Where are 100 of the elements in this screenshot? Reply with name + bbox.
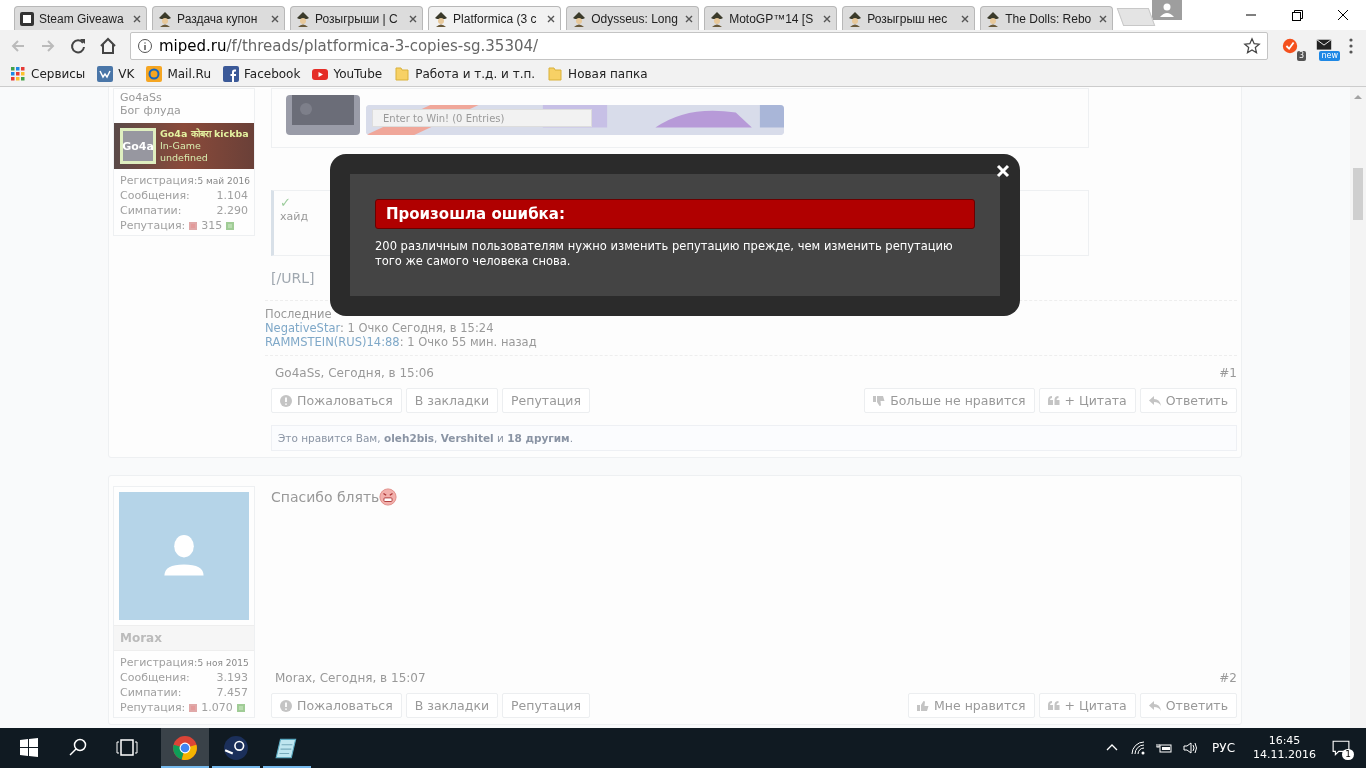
figure-icon xyxy=(709,10,726,27)
reply-arrow-icon xyxy=(1148,394,1161,407)
tab-title: Розыгрыш нес xyxy=(867,11,949,26)
tab-title: Steam Giveawa xyxy=(39,11,125,26)
address-bar[interactable]: miped.ru/f/threads/platformica-3-copies-sg.35304/ xyxy=(130,32,1268,60)
scrollbar-thumb[interactable] xyxy=(1353,168,1363,220)
stat-value: 5 май 2016 xyxy=(197,176,250,186)
stat-label: Репутация: xyxy=(120,701,186,714)
extension-badge: new xyxy=(1319,51,1340,61)
figure-icon xyxy=(157,10,174,27)
post-text: Спасибо блять xyxy=(271,486,1237,506)
at-sign-icon xyxy=(146,66,163,82)
wifi-icon[interactable] xyxy=(1130,740,1147,756)
notification-button[interactable]: 1 xyxy=(1326,736,1356,760)
figure-icon xyxy=(985,10,1002,27)
stat-label: Репутация: xyxy=(120,219,186,232)
browser-tab[interactable]: Раздача купон xyxy=(152,6,286,30)
clock[interactable]: 16:45 14.11.2016 xyxy=(1253,734,1316,762)
apps-grid-icon xyxy=(10,66,26,82)
steam-game: undefined xyxy=(160,152,209,164)
home-icon[interactable] xyxy=(98,36,118,56)
bookmark-link[interactable]: YouTube xyxy=(312,66,383,82)
check-circle-icon xyxy=(1281,37,1299,55)
figure-icon xyxy=(571,10,588,27)
stat-value: 3.193 xyxy=(216,671,248,684)
tab-title: Platformica (3 c xyxy=(453,11,538,26)
reputation-entry: RAMMSTEIN(RUS)14:88: 1 Очко 55 мин. назад xyxy=(265,335,538,349)
exclamation-icon xyxy=(280,699,292,712)
reply-arrow-icon xyxy=(1148,699,1161,712)
notification-count: 1 xyxy=(1342,749,1354,760)
user-title: Бог флуда xyxy=(119,104,182,119)
hide-text: хайд xyxy=(280,210,308,223)
tab-title: MotoGP™14 [S xyxy=(729,11,815,26)
likes-summary: Это нравится Вам, oleh2bis, Vershitel и 18 другим. xyxy=(271,425,1237,451)
quote-icon xyxy=(1047,394,1060,407)
reload-icon[interactable] xyxy=(68,36,88,56)
reputation-value: 1.070 xyxy=(201,701,233,714)
stat-value: 1.104 xyxy=(216,189,248,202)
browser-tab[interactable]: Розыгрыши | С xyxy=(290,6,424,30)
bookmark-link[interactable]: Facebook xyxy=(223,66,301,82)
post-text: [/URL] xyxy=(271,270,316,286)
bookmark-link[interactable]: Сервисы xyxy=(10,66,86,82)
browser-tab[interactable]: Platformica (3 c xyxy=(428,6,562,30)
bookmark-link[interactable]: Mail.Ru xyxy=(146,66,211,82)
bookmark-link[interactable]: Новая папка xyxy=(547,66,648,82)
folder-icon xyxy=(547,66,564,82)
stat-label: Симпатии: xyxy=(120,204,182,217)
reputation-entry: NegativeStar: 1 Очко Сегодня, в 15:24 xyxy=(265,321,495,335)
language-indicator[interactable]: РУС xyxy=(1212,741,1235,755)
steam-name: Go4a कोबरा kickba xyxy=(160,128,249,140)
info-icon xyxy=(137,38,153,54)
browser-tab[interactable]: Steam Giveawa xyxy=(14,6,148,30)
reputation-heading: Последние xyxy=(265,307,333,321)
extension-badge: 3 xyxy=(1296,51,1306,61)
browser-tab[interactable]: The Dolls: Rebo xyxy=(980,6,1114,30)
bookmark-link[interactable]: Работа и т.д. и т.п. xyxy=(394,66,536,82)
facebook-icon xyxy=(223,66,239,82)
stat-label: Симпатии: xyxy=(120,686,182,699)
thumbs-up-icon xyxy=(917,699,930,712)
steam-avatar: Go4a xyxy=(120,128,156,164)
user-icon[interactable] xyxy=(1152,0,1182,20)
quote-icon xyxy=(1047,699,1060,712)
chrome-icon xyxy=(172,735,198,761)
close-icon[interactable] xyxy=(996,164,1010,178)
stat-value: 7.457 xyxy=(216,686,248,699)
angry-face-icon xyxy=(379,488,398,506)
browser-tab[interactable]: Розыгрыш нес xyxy=(842,6,976,30)
stat-label: Регистрация: xyxy=(120,174,198,187)
steam-status: In-Game xyxy=(160,140,202,152)
steam-icon xyxy=(223,735,249,761)
check-mark: ✓ xyxy=(280,195,291,210)
bookmark-link[interactable]: VK xyxy=(97,66,135,82)
message-icon xyxy=(1332,739,1350,757)
square-icon xyxy=(19,10,35,27)
stat-value: 2.290 xyxy=(216,204,248,217)
browser-tab[interactable]: MotoGP™14 [S xyxy=(704,6,838,30)
steam-widget[interactable]: Go4a Go4a कोबरा kickba In-Game undefined xyxy=(114,123,254,169)
exclamation-icon xyxy=(280,394,292,407)
error-title: Произошла ошибка: xyxy=(375,199,975,229)
play-icon xyxy=(312,66,329,82)
tab-title: The Dolls: Rebo xyxy=(1005,11,1093,26)
tab-title: Odysseus: Long xyxy=(591,11,679,26)
error-message: 200 различным пользователям нужно изменить репутацию прежде, чем изменить репутацию того же самого человека снова. xyxy=(375,239,954,269)
stat-label: Сообщения: xyxy=(120,189,190,202)
figure-icon xyxy=(847,10,864,27)
new-tab-button[interactable] xyxy=(1116,8,1156,26)
stat-value: 5 ноя 2015 xyxy=(197,658,249,668)
browser-tab[interactable]: Odysseus: Long xyxy=(566,6,700,30)
tab-title: Раздача купон xyxy=(177,11,259,26)
menu-icon[interactable] xyxy=(1348,36,1354,56)
stat-label: Сообщения: xyxy=(120,671,190,684)
close-icon[interactable] xyxy=(546,13,557,24)
thumbs-down-icon xyxy=(873,394,886,407)
speaker-icon[interactable] xyxy=(1182,740,1199,756)
taskbar-app-button[interactable] xyxy=(161,728,209,768)
figure-icon xyxy=(295,10,312,27)
star-icon[interactable] xyxy=(1243,37,1261,55)
tab-title: Розыгрыши | С xyxy=(315,11,399,26)
stat-label: Регистрация: xyxy=(120,656,198,669)
vk-icon xyxy=(97,66,114,82)
